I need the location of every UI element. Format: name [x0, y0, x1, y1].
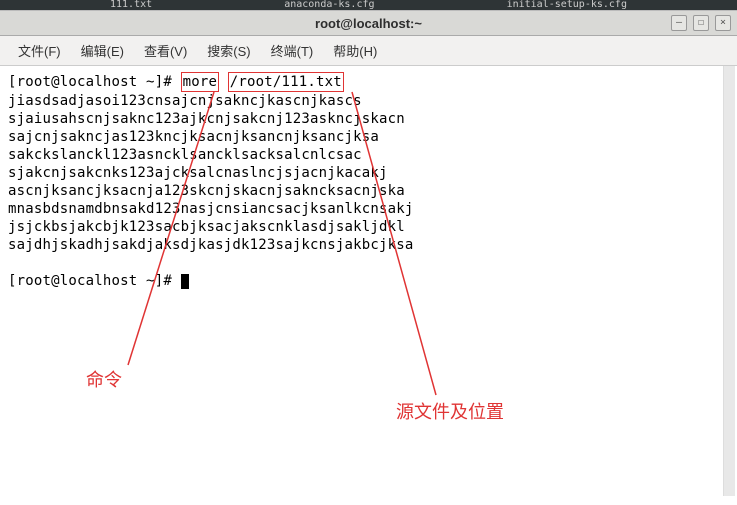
scrollbar[interactable]: [723, 66, 735, 496]
output-line: sjakcnjsakcnks123ajcksalcnaslncjsjacnjka…: [8, 164, 729, 182]
close-button[interactable]: ×: [715, 15, 731, 31]
bg-file-center: anaconda-ks.cfg: [284, 0, 374, 10]
menubar: 文件(F) 编辑(E) 查看(V) 搜索(S) 终端(T) 帮助(H): [0, 36, 737, 66]
output-line: sakckslanckl123asncklsancklsacksalcnlcsa…: [8, 146, 729, 164]
minimize-button[interactable]: –: [671, 15, 687, 31]
menu-terminal[interactable]: 终端(T): [261, 37, 324, 64]
menu-help[interactable]: 帮助(H): [323, 37, 387, 64]
output-line: mnasbdsnamdbnsakd123nasjcnsiancsacjksanl…: [8, 200, 729, 218]
output-line: sajdhjskadhjsakdjaksdjkasjdk123sajkcnsja…: [8, 236, 729, 254]
window-titlebar[interactable]: root@localhost:~ – ☐ ×: [0, 10, 737, 36]
blank-line: [8, 254, 729, 272]
menu-edit[interactable]: 编辑(E): [71, 37, 134, 64]
cmd-more-box: more: [181, 72, 220, 92]
bg-file-left: 111.txt: [110, 0, 152, 10]
cursor: [181, 274, 189, 289]
arg-path-box: /root/111.txt: [228, 72, 344, 92]
menu-view[interactable]: 查看(V): [134, 37, 197, 64]
cmd-space: [219, 74, 228, 90]
bg-file-right: initial-setup-ks.cfg: [507, 0, 627, 10]
menu-search[interactable]: 搜索(S): [197, 37, 260, 64]
prompt2: [root@localhost ~]#: [8, 273, 181, 289]
prompt-line-2: [root@localhost ~]#: [8, 272, 729, 290]
terminal-body[interactable]: [root@localhost ~]# more /root/111.txt j…: [0, 66, 737, 505]
output-line: ascnjksancjksacnja123skcnjskacnjsakncksa…: [8, 182, 729, 200]
output-line: sajcnjsakncjas123kncjksacnjksancnjksancj…: [8, 128, 729, 146]
prompt-line-1: [root@localhost ~]# more /root/111.txt: [8, 72, 729, 92]
prompt1: [root@localhost ~]#: [8, 74, 181, 90]
window-title: root@localhost:~: [315, 16, 422, 31]
desktop-background-strip: 111.txt anaconda-ks.cfg initial-setup-ks…: [0, 0, 737, 10]
menu-file[interactable]: 文件(F): [8, 37, 71, 64]
output-line: jsjckbsjakcbjk123sacbjksacjakscnklasdjsa…: [8, 218, 729, 236]
window-controls: – ☐ ×: [671, 15, 731, 31]
output-line: jiasdsadjasoi123cnsajcnjsakncjkascnjkasc…: [8, 92, 729, 110]
output-line: sjaiusahscnjsaknc123ajkcnjsakcnj123asknc…: [8, 110, 729, 128]
maximize-button[interactable]: ☐: [693, 15, 709, 31]
